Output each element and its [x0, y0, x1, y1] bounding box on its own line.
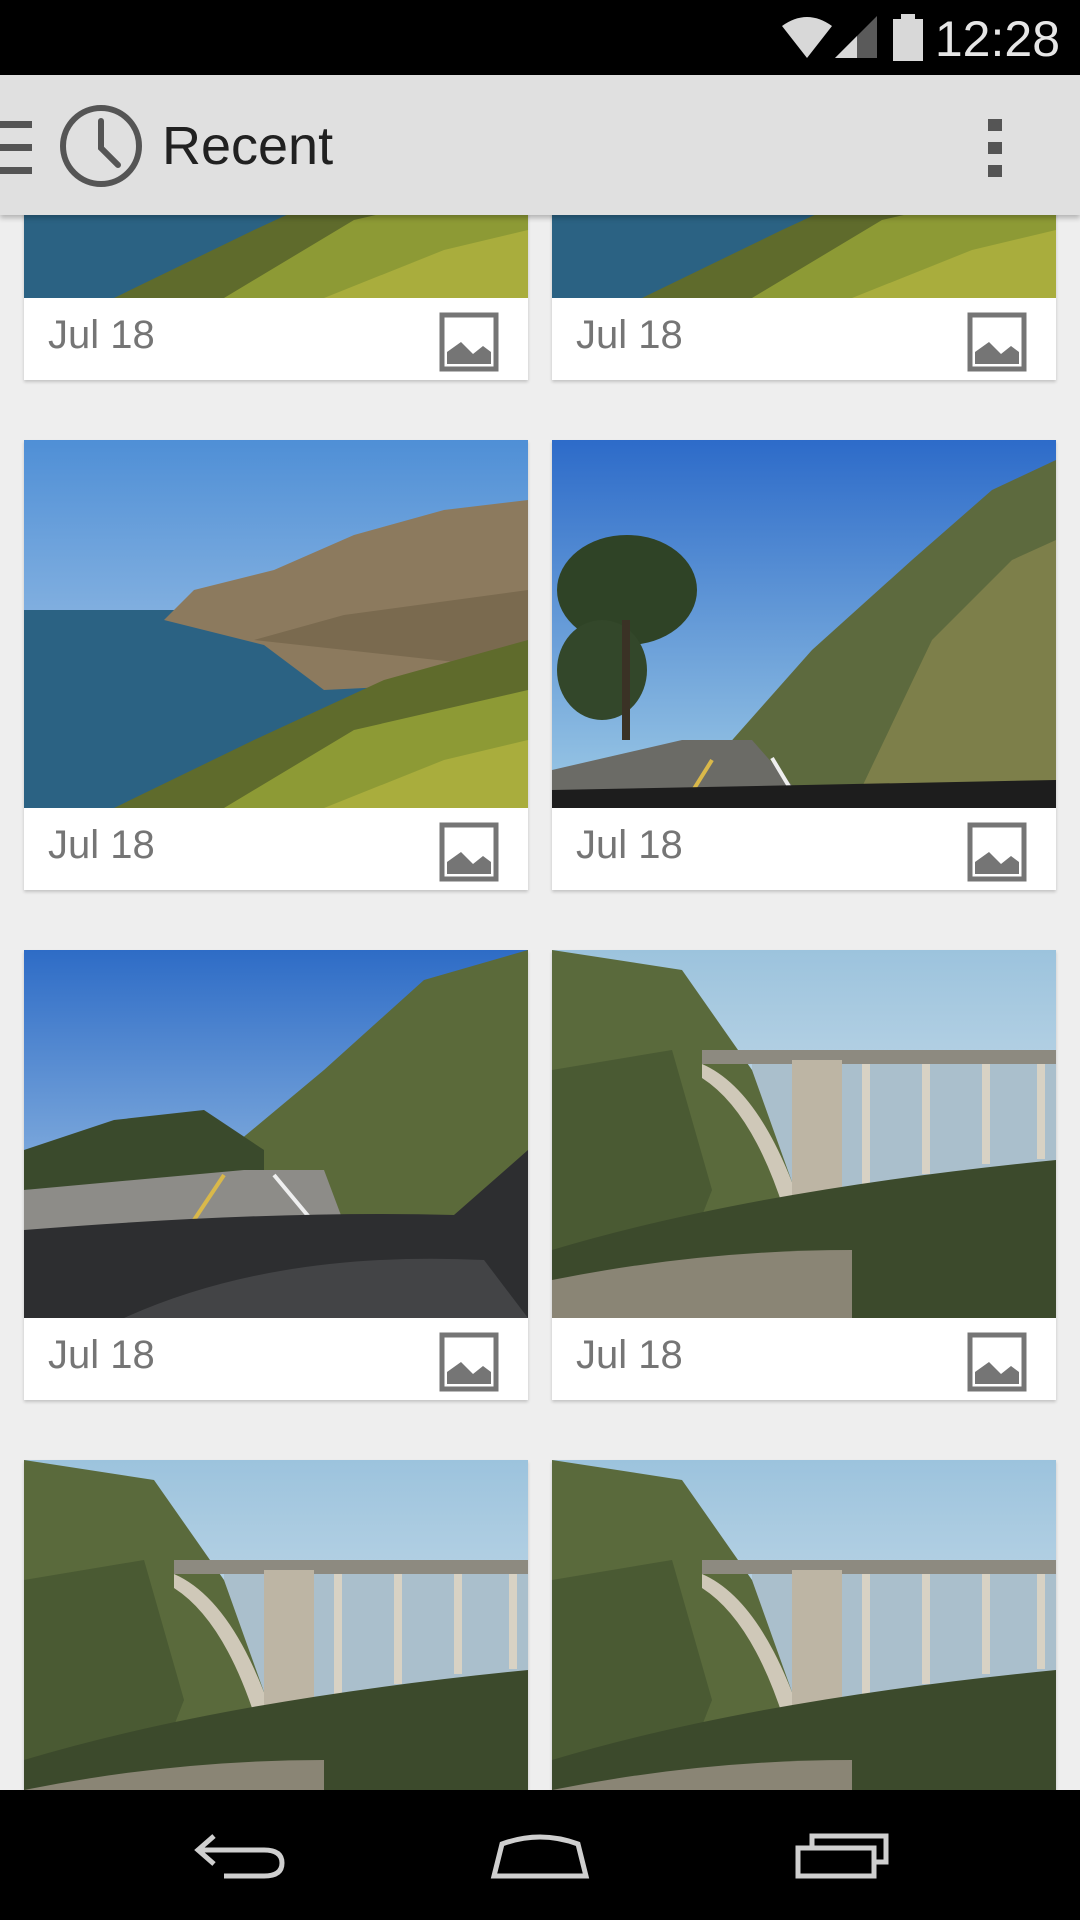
status-bar: 12:28	[0, 0, 1080, 75]
photo-image	[552, 215, 1056, 298]
battery-icon	[893, 14, 923, 61]
photo-card[interactable]: Jul 18	[552, 1460, 1056, 1790]
overflow-menu-icon[interactable]	[985, 117, 1005, 179]
home-icon	[490, 1834, 590, 1879]
image-icon	[967, 312, 1027, 377]
photo-thumbnail[interactable]	[552, 215, 1056, 298]
photo-thumbnail[interactable]	[24, 440, 528, 808]
photo-card[interactable]: Jul 18	[552, 215, 1056, 380]
photo-card[interactable]: Jul 18	[552, 440, 1056, 890]
photo-date: Jul 18	[576, 823, 683, 867]
back-button[interactable]	[150, 1790, 330, 1920]
photo-image	[24, 950, 528, 1318]
photo-date: Jul 18	[576, 1333, 683, 1377]
photo-date: Jul 18	[48, 313, 155, 357]
page-title: Recent	[162, 116, 334, 176]
photo-image	[24, 1460, 528, 1790]
photo-thumbnail[interactable]	[552, 950, 1056, 1318]
photo-date: Jul 18	[48, 1333, 155, 1377]
photo-thumbnail[interactable]	[24, 950, 528, 1318]
photo-image	[24, 215, 528, 298]
back-icon	[194, 1834, 285, 1879]
photo-date: Jul 18	[576, 313, 683, 357]
image-icon	[967, 1332, 1027, 1397]
photo-grid[interactable]: Jul 18 Jul 18 Jul 18 Jul 18 Jul 18 Jul 1…	[0, 215, 1080, 1790]
image-icon	[439, 312, 499, 377]
navigation-bar	[0, 1790, 1080, 1920]
photo-card[interactable]: Jul 18	[552, 950, 1056, 1400]
image-icon	[967, 822, 1027, 887]
photo-thumbnail[interactable]	[552, 1460, 1056, 1790]
photo-date: Jul 18	[48, 823, 155, 867]
status-clock: 12:28	[934, 11, 1060, 67]
recents-icon	[795, 1833, 889, 1879]
photo-card[interactable]: Jul 18	[24, 1460, 528, 1790]
photo-card[interactable]: Jul 18	[24, 950, 528, 1400]
recents-button[interactable]	[752, 1790, 932, 1920]
photo-thumbnail[interactable]	[24, 1460, 528, 1790]
drawer-icon[interactable]	[0, 119, 34, 177]
photo-image	[552, 440, 1056, 808]
clock-icon[interactable]	[58, 103, 144, 189]
wifi-icon	[782, 17, 832, 58]
photo-thumbnail[interactable]	[24, 215, 528, 298]
home-button[interactable]	[450, 1790, 630, 1920]
photo-image	[24, 440, 528, 808]
signal-icon	[835, 16, 877, 58]
photo-card[interactable]: Jul 18	[24, 215, 528, 380]
action-bar: Recent	[0, 75, 1080, 215]
photo-image	[552, 950, 1056, 1318]
photo-image	[552, 1460, 1056, 1790]
image-icon	[439, 822, 499, 887]
photo-card[interactable]: Jul 18	[24, 440, 528, 890]
photo-thumbnail[interactable]	[552, 440, 1056, 808]
image-icon	[439, 1332, 499, 1397]
